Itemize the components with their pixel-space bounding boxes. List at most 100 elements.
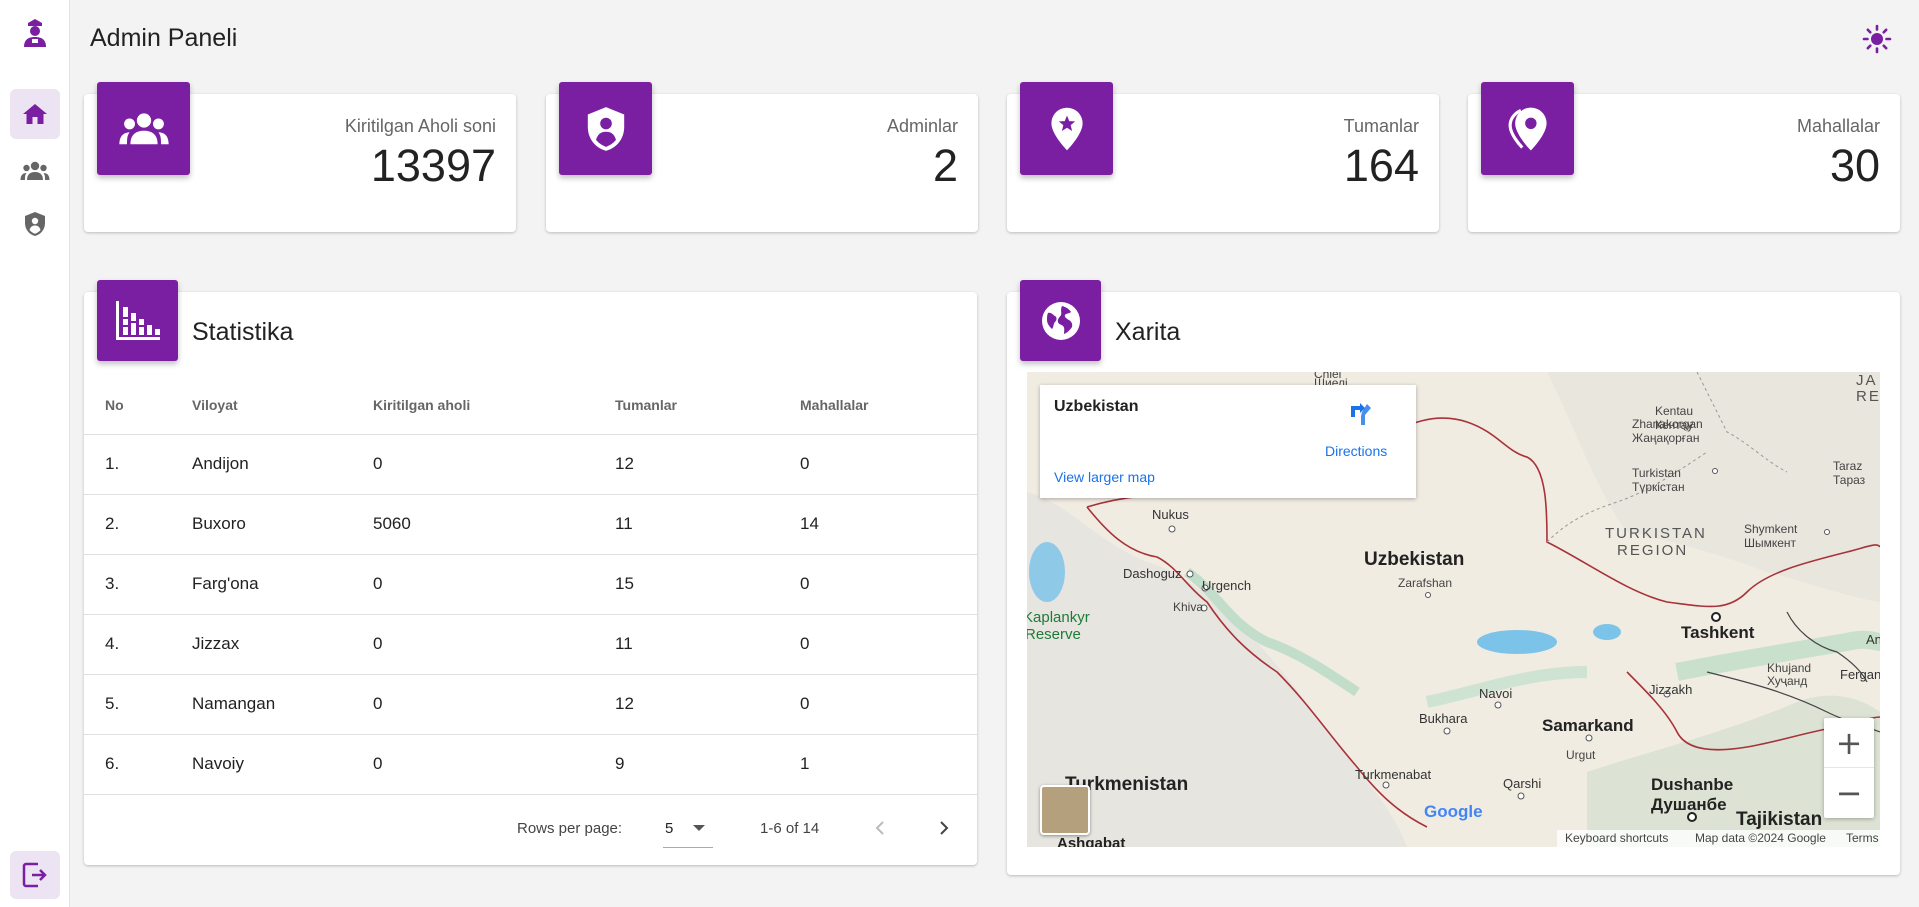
column-header[interactable]: No [84,376,192,435]
map-label: Samarkand [1542,716,1634,735]
cell-no: 6. [84,734,192,795]
column-header[interactable]: Kiritilgan aholi [373,376,615,435]
zoom-out-button[interactable]: − [1824,768,1874,818]
logo-icon [21,18,49,48]
map-label: Tashkent [1681,623,1755,642]
column-header[interactable]: Mahallalar [800,376,977,435]
home-icon [23,104,47,124]
rows-per-page-select[interactable]: 5 [663,808,713,848]
stat-icon-box [1020,82,1113,175]
rows-per-page-value: 5 [665,820,674,837]
map-label: Navoi [1479,686,1513,701]
globe-icon [1041,301,1080,340]
cell-no: 3. [84,554,192,615]
bar-chart-icon [115,300,160,340]
map-label: TURKISTAN [1605,525,1707,542]
map-label: Kaplankyr [1027,609,1090,626]
stat-value: 30 [1829,140,1880,191]
directions-link[interactable]: Directions [1325,443,1387,459]
directions-icon[interactable] [1346,399,1372,425]
cell-mahallalar: 0 [800,614,977,675]
column-header[interactable]: Tumanlar [615,376,800,435]
map-label: Urgut [1566,748,1596,762]
table-row[interactable]: 5. Namangan 0 12 0 [84,674,977,735]
chevron-right-icon [940,821,949,835]
map-place-name: Uzbekistan [1054,398,1139,415]
sidebar-item-admins[interactable] [10,199,60,249]
map-label: Хуҷанд [1767,674,1808,688]
xarita-card: Xarita Chiel Шиелі Zhanakorgan Жаңақорға… [1007,280,1900,875]
sidebar-item-users[interactable] [10,146,60,196]
chevron-left-icon [875,821,884,835]
page-title: Admin Paneli [90,24,238,52]
stat-card-adminlar: Adminlar 2 [546,82,978,232]
cell-viloyat: Navoiy [192,734,373,795]
statistika-table: No Viloyat Kiritilgan aholi Tumanlar Mah… [84,376,977,795]
map-label: Tajikistan [1736,809,1823,830]
table-row[interactable]: 4. Jizzax 0 11 0 [84,614,977,675]
map-label: Тараз [1833,473,1866,487]
stat-icon-box [559,82,652,175]
view-larger-map-link[interactable]: View larger map [1054,469,1155,485]
next-page-button[interactable] [930,814,958,842]
map-label: Reserve [1027,626,1081,643]
map-label: Dushanbe [1651,775,1734,794]
map-label: Zarafshan [1398,576,1453,590]
map-label: Turkmenabat [1355,767,1432,782]
cell-viloyat: Farg'ona [192,554,373,615]
table-row[interactable]: 1. Andijon 0 12 0 [84,434,977,495]
map-label: Uzbekistan [1364,549,1465,570]
satellite-toggle[interactable] [1040,785,1090,835]
logout-button[interactable] [10,851,60,899]
google-logo: Google [1424,802,1483,821]
keyboard-shortcuts-link[interactable]: Keyboard shortcuts [1565,830,1668,847]
stat-card-aholi: Kiritilgan Aholi soni 13397 [84,82,516,232]
cell-tumanlar: 12 [615,434,800,495]
cell-tumanlar: 11 [615,494,800,555]
sidebar-item-home[interactable] [10,89,60,139]
panel-icon-box [97,280,178,361]
cell-viloyat: Namangan [192,674,373,735]
group-icon [118,112,169,144]
map-info-box: Uzbekistan Directions View larger map [1040,385,1416,498]
table-row[interactable]: 3. Farg'ona 0 15 0 [84,554,977,615]
map-label: Ashgabat [1057,835,1126,847]
map-label: Qarshi [1503,776,1542,791]
zoom-in-button[interactable]: + [1824,718,1874,768]
column-header[interactable]: Viloyat [192,376,373,435]
map-label: Taraz [1833,459,1863,473]
cell-aholi: 0 [373,734,615,795]
zoom-controls: + − [1824,718,1874,818]
pagination-range: 1-6 of 14 [760,820,820,837]
cell-no: 2. [84,494,192,555]
stat-card-mahallalar: Mahallalar 30 [1468,82,1900,232]
cell-viloyat: Jizzax [192,614,373,675]
map-label: REGION [1617,542,1689,559]
sun-icon [1862,24,1892,54]
cell-mahallalar: 1 [800,734,977,795]
stat-value: 13397 [370,140,496,191]
table-row[interactable]: 2. Buxoro 5060 11 14 [84,494,977,555]
rows-per-page-label: Rows per page: [517,820,623,837]
map-label: Fergan [1840,667,1880,682]
terms-link[interactable]: Terms [1846,830,1879,847]
table-row[interactable]: 6. Navoiy 0 9 1 [84,734,977,795]
map-embed[interactable]: Chiel Шиелі Zhanakorgan Жаңақорған Kenta… [1027,372,1880,847]
cell-no: 1. [84,434,192,495]
cell-no: 4. [84,614,192,675]
cell-aholi: 5060 [373,494,615,555]
cell-no: 5. [84,674,192,735]
previous-page-button[interactable] [866,814,894,842]
map-label: Jizzakh [1649,682,1693,697]
map-label: Turkistan [1632,466,1681,480]
theme-toggle-button[interactable] [1862,24,1892,54]
cell-viloyat: Buxoro [192,494,373,555]
shield-person-icon [587,106,624,151]
map-label: Bukhara [1419,711,1468,726]
cell-aholi: 0 [373,554,615,615]
logout-icon [22,862,47,888]
cell-tumanlar: 11 [615,614,800,675]
cell-aholi: 0 [373,434,615,495]
stat-label: Kiritilgan Aholi soni [344,116,496,136]
map-data-text: Map data ©2024 Google [1695,831,1826,845]
